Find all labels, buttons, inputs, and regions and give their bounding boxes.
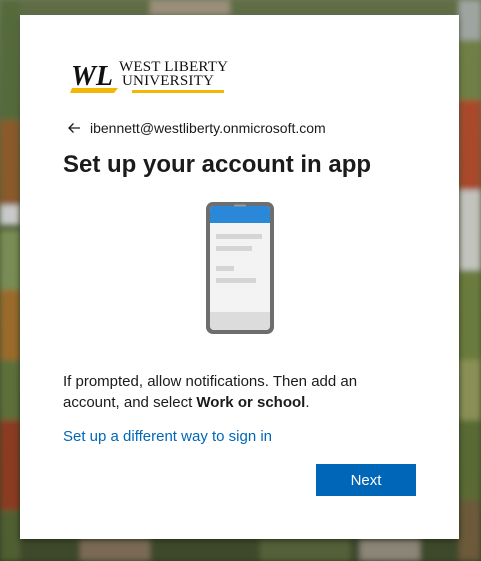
instruction-text: If prompted, allow notifications. Then a… bbox=[63, 371, 393, 413]
logo-wordmark: WEST LIBERTY UNIVERSITY bbox=[119, 59, 229, 89]
arrow-left-icon[interactable] bbox=[66, 120, 82, 136]
logo-line-2: UNIVERSITY bbox=[122, 73, 214, 89]
instruction-text-tail: . bbox=[305, 394, 310, 411]
logo-monogram: WL bbox=[71, 61, 113, 92]
logo-accent-bar bbox=[132, 90, 224, 93]
identity-banner: ibennett@westliberty.onmicrosoft.com bbox=[66, 119, 326, 137]
logo-line-1: WEST LIBERTY bbox=[119, 59, 229, 75]
page-title: Set up your account in app bbox=[63, 151, 372, 178]
alternate-sign-in-link[interactable]: Set up a different way to sign in bbox=[63, 428, 272, 445]
smartphone-icon bbox=[206, 202, 274, 334]
account-email: ibennett@westliberty.onmicrosoft.com bbox=[90, 120, 326, 136]
instruction-emphasis: Work or school bbox=[196, 394, 306, 411]
sign-in-card: WL WEST LIBERTY UNIVERSITY ibennett@west… bbox=[20, 15, 459, 539]
university-logo: WL WEST LIBERTY UNIVERSITY bbox=[70, 58, 230, 94]
wl-monogram-icon: WL bbox=[70, 61, 118, 93]
next-button[interactable]: Next bbox=[316, 464, 416, 496]
